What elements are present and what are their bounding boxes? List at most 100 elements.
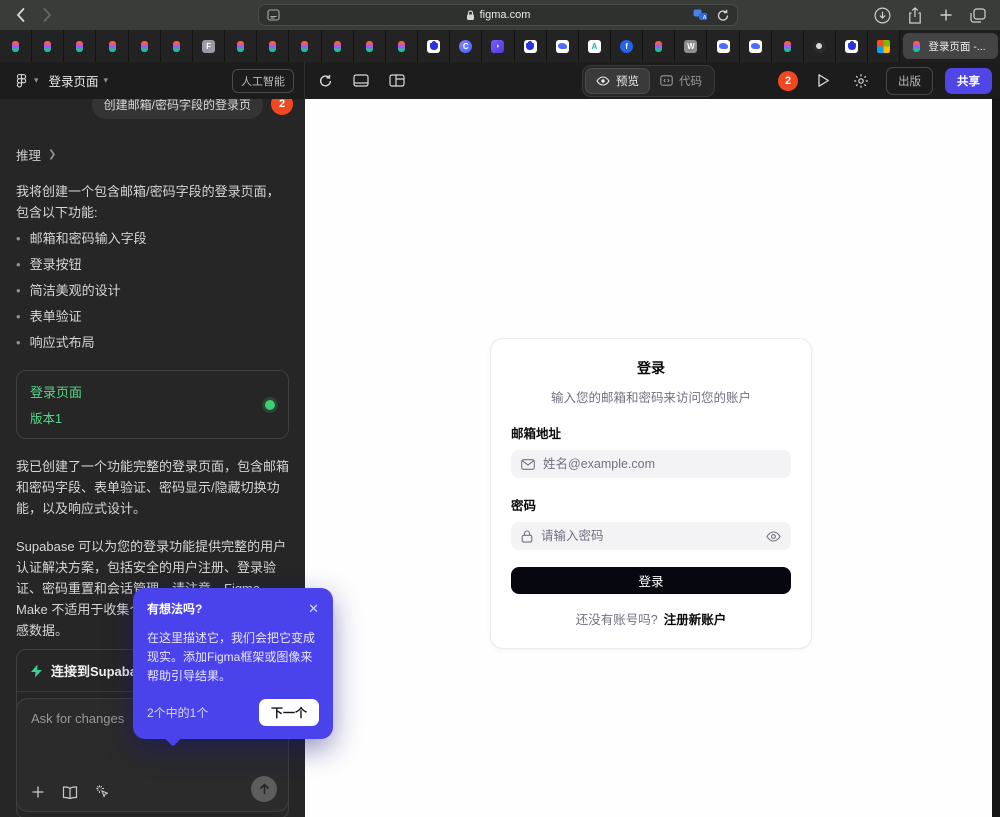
- publish-button[interactable]: 出版: [886, 67, 933, 95]
- browser-tab[interactable]: [675, 30, 707, 62]
- new-tab-icon[interactable]: [939, 8, 953, 22]
- downloads-icon[interactable]: [874, 7, 891, 24]
- browser-tab[interactable]: [225, 30, 257, 62]
- close-icon[interactable]: ✕: [308, 602, 319, 615]
- tab-preview[interactable]: 预览: [585, 68, 650, 94]
- email-input[interactable]: [543, 457, 781, 471]
- version-card-version: 版本1: [30, 408, 82, 427]
- point-edit-icon[interactable]: [95, 784, 111, 800]
- layout-panel-icon[interactable]: [384, 68, 410, 94]
- browser-toolbar: figma.com A: [0, 0, 1000, 30]
- browser-tab[interactable]: [289, 30, 321, 62]
- back-icon[interactable]: [16, 8, 25, 22]
- browser-tab[interactable]: [707, 30, 739, 62]
- reader-icon[interactable]: [267, 9, 280, 21]
- window-edge: [992, 99, 1000, 817]
- add-attachment-icon[interactable]: [31, 785, 45, 799]
- version-card[interactable]: 登录页面 版本1: [16, 370, 289, 439]
- forward-icon[interactable]: [43, 8, 52, 22]
- browser-tab[interactable]: [0, 30, 32, 62]
- figma-favicon-icon: [73, 40, 86, 53]
- grayf-favicon-icon: [202, 40, 215, 53]
- active-browser-tab[interactable]: 登录页面 -...: [903, 33, 998, 59]
- browser-tab[interactable]: [386, 30, 418, 62]
- signup-prompt: 还没有账号吗?: [576, 613, 658, 627]
- reasoning-toggle[interactable]: 推理❯: [16, 145, 289, 164]
- browser-tab[interactable]: [804, 30, 836, 62]
- signup-link[interactable]: 注册新账户: [664, 613, 727, 627]
- refresh-icon[interactable]: [312, 68, 338, 94]
- ai-badge: 人工智能: [232, 69, 294, 93]
- browser-tab[interactable]: [740, 30, 772, 62]
- address-url: figma.com: [480, 9, 531, 21]
- play-icon[interactable]: [810, 68, 836, 94]
- browser-tab[interactable]: [643, 30, 675, 62]
- browser-tab[interactable]: [193, 30, 225, 62]
- figma-favicon-icon: [138, 40, 151, 53]
- login-submit-button[interactable]: 登录: [511, 567, 791, 594]
- password-input[interactable]: [541, 529, 758, 543]
- assistant-summary-text: 我已创建了一个功能完整的登录页面，包含邮箱和密码字段、表单验证、密码显示/隐藏切…: [16, 456, 289, 519]
- whale-favicon-icon: [749, 40, 762, 53]
- guidelines-book-icon[interactable]: [62, 786, 78, 799]
- tab-code[interactable]: 代码: [650, 69, 712, 93]
- toggle-password-eye-icon[interactable]: [766, 531, 781, 542]
- browser-tab[interactable]: [354, 30, 386, 62]
- browser-tab[interactable]: [482, 30, 514, 62]
- browser-tab[interactable]: [257, 30, 289, 62]
- figma-favicon-icon: [395, 40, 408, 53]
- preview-canvas: 登录 输入您的邮箱和密码来访问您的账户 邮箱地址 密码 登录 还没有账号吗?注册…: [305, 99, 992, 817]
- browser-tab[interactable]: [418, 30, 450, 62]
- view-mode-switcher: 预览 代码: [582, 65, 715, 97]
- browser-tab[interactable]: [836, 30, 868, 62]
- share-button[interactable]: 共享: [945, 68, 992, 94]
- browser-tab[interactable]: [772, 30, 804, 62]
- browser-tab[interactable]: [161, 30, 193, 62]
- figma-favicon-icon: [234, 40, 247, 53]
- login-subtitle: 输入您的邮箱和密码来访问您的账户: [511, 387, 791, 406]
- browser-tab[interactable]: [868, 30, 900, 62]
- tab-overview-icon[interactable]: [970, 8, 986, 23]
- browser-tab[interactable]: [547, 30, 579, 62]
- browser-tab[interactable]: [32, 30, 64, 62]
- list-item: 响应式布局: [16, 332, 289, 353]
- active-tab-title: 登录页面 -...: [928, 39, 985, 54]
- send-button[interactable]: [251, 776, 277, 802]
- browser-tab[interactable]: [515, 30, 547, 62]
- figma-favicon-icon: [910, 40, 923, 53]
- share-icon[interactable]: [908, 7, 922, 24]
- user-message-bubble: 创建邮箱/密码字段的登录页: [92, 99, 263, 119]
- figma-favicon-icon: [170, 40, 183, 53]
- browser-tab[interactable]: [129, 30, 161, 62]
- version-card-title: 登录页面: [30, 382, 82, 401]
- browser-tab[interactable]: [322, 30, 354, 62]
- feature-list: 邮箱和密码输入字段 登录按钮 简洁美观的设计 表单验证 响应式布局: [16, 228, 289, 353]
- next-button[interactable]: 下一个: [259, 699, 319, 726]
- notification-badge[interactable]: 2: [778, 71, 798, 91]
- tooltip-title: 有想法吗?: [147, 600, 202, 617]
- address-bar[interactable]: figma.com A: [258, 4, 738, 26]
- browser-tab[interactable]: [64, 30, 96, 62]
- translate-icon[interactable]: A: [693, 9, 708, 21]
- supabase-bolt-icon: [30, 664, 43, 678]
- browser-tab[interactable]: [611, 30, 643, 62]
- figma-favicon-icon: [9, 40, 22, 53]
- message-count-badge[interactable]: 2: [271, 99, 293, 115]
- envelope-icon: [521, 459, 535, 470]
- list-item: 简洁美观的设计: [16, 280, 289, 301]
- browser-tab[interactable]: [450, 30, 482, 62]
- logo-chevron-icon[interactable]: ▾: [34, 75, 39, 86]
- device-frame-icon[interactable]: [348, 68, 374, 94]
- figma-favicon-icon: [652, 40, 665, 53]
- list-item: 表单验证: [16, 306, 289, 327]
- lock-icon: [466, 10, 475, 21]
- reload-icon[interactable]: [717, 9, 729, 22]
- title-chevron-icon[interactable]: ▾: [104, 75, 109, 86]
- list-item: 邮箱和密码输入字段: [16, 228, 289, 249]
- settings-gear-icon[interactable]: [848, 68, 874, 94]
- whale-favicon-icon: [556, 40, 569, 53]
- file-title[interactable]: 登录页面: [49, 71, 99, 90]
- browser-tab[interactable]: [579, 30, 611, 62]
- figma-logo-icon[interactable]: [14, 73, 29, 88]
- browser-tab[interactable]: [96, 30, 128, 62]
